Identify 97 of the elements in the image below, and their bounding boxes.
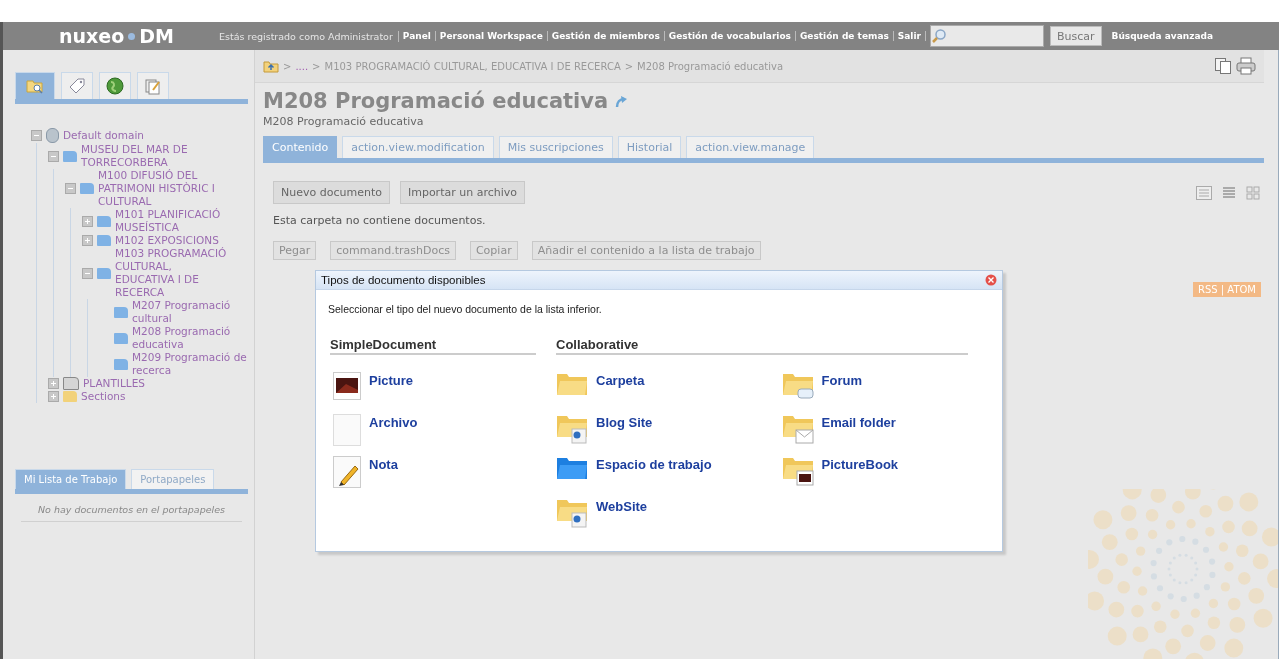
- search-button[interactable]: Buscar: [1050, 26, 1102, 46]
- action-button[interactable]: Importar un archivo: [399, 181, 525, 204]
- document-type-link[interactable]: Forum: [781, 372, 968, 414]
- header-link[interactable]: Panel: [398, 31, 436, 41]
- blank-file-icon: [333, 414, 361, 446]
- breadcrumb-link[interactable]: M208 Programació educativa: [637, 60, 784, 72]
- folder-icon: [63, 150, 77, 162]
- arrow-icon[interactable]: [614, 94, 629, 108]
- tree-item[interactable]: Sections: [81, 390, 199, 403]
- print-icon[interactable]: [1236, 57, 1256, 75]
- folder-icon: [781, 372, 814, 402]
- tag-icon: [68, 78, 86, 94]
- folder-icon: [114, 332, 128, 344]
- folder-icon: [63, 377, 79, 390]
- list-view-icon[interactable]: [1196, 185, 1212, 200]
- close-icon[interactable]: [985, 274, 997, 286]
- header-link[interactable]: Gestión de miembros: [547, 31, 665, 41]
- document-type-link[interactable]: Email folder: [781, 414, 968, 456]
- document-type-link[interactable]: Carpeta: [556, 372, 782, 414]
- tab[interactable]: Historial: [617, 136, 682, 158]
- detail-view-icon[interactable]: [1222, 185, 1236, 200]
- advanced-search-link[interactable]: Búsqueda avanzada: [1111, 31, 1214, 41]
- document-type-link[interactable]: WebSite: [556, 498, 782, 540]
- tree-item[interactable]: M103 PROGRAMACIÓ CULTURAL, EDUCATIVA I DE RECERCA: [115, 247, 233, 299]
- grid-view-icon[interactable]: [1246, 185, 1260, 200]
- folder-icon: [114, 306, 128, 318]
- tree-item[interactable]: M207 Programació cultural: [132, 299, 248, 325]
- collapse-toggle-icon[interactable]: [82, 267, 93, 279]
- expand-toggle-icon[interactable]: [48, 391, 59, 402]
- page-subtitle: M208 Programació educativa: [263, 115, 425, 128]
- document-type-link[interactable]: Archivo: [330, 414, 536, 456]
- dialog-instruction: Seleccionar el tipo del nuevo documento de la lista inferior.: [328, 303, 603, 315]
- tree-item[interactable]: M208 Programació educativa: [132, 325, 248, 351]
- picture-icon: [333, 372, 361, 400]
- user-status-text: Estás registrado como Administrator: [219, 30, 399, 42]
- sidebar-tab[interactable]: [61, 72, 93, 99]
- document-type-link[interactable]: Blog Site: [556, 414, 782, 456]
- clipboard-tab[interactable]: Mi Lista de Trabajo: [15, 469, 127, 489]
- folder-search-icon: [26, 78, 44, 94]
- tree-item[interactable]: M102 EXPOSICIONS: [115, 234, 233, 247]
- home-folder-icon[interactable]: [263, 59, 279, 73]
- folder-icon: [556, 456, 588, 480]
- folder-icon: [556, 498, 588, 528]
- collapse-toggle-icon[interactable]: [65, 183, 76, 194]
- folder-icon: [556, 414, 588, 444]
- breadcrumb-separator: >: [624, 60, 634, 72]
- search-field[interactable]: [930, 25, 1044, 47]
- breadcrumb-link[interactable]: ....: [295, 60, 309, 72]
- folder-icon: [781, 456, 814, 486]
- tab[interactable]: Mis suscripciones: [498, 136, 613, 158]
- search-icon: [931, 28, 947, 44]
- clipboard-tab[interactable]: Portapapeles: [131, 469, 215, 489]
- folder-icon: [97, 235, 111, 246]
- breadcrumb-separator: >: [283, 60, 292, 72]
- copy-icon[interactable]: [1214, 57, 1232, 75]
- collapse-toggle-icon[interactable]: [48, 150, 59, 162]
- document-type-link[interactable]: Espacio de trabajo: [556, 456, 782, 498]
- header-link[interactable]: Gestión de vocabularios: [664, 31, 796, 41]
- tree-item[interactable]: MUSEU DEL MAR DE TORRECORBERA: [81, 143, 199, 169]
- tree-item[interactable]: M100 DIFUSIÓ DEL PATRIMONI HISTÒRIC I CULTURAL: [98, 169, 216, 208]
- folder-icon: [63, 391, 77, 402]
- expand-toggle-icon[interactable]: [48, 378, 59, 389]
- header-link[interactable]: Personal Workspace: [435, 31, 548, 41]
- document-type-link[interactable]: Picture: [330, 372, 536, 414]
- folder-icon: [97, 267, 111, 279]
- tab[interactable]: action.view.manage: [686, 136, 815, 158]
- breadcrumb-separator: >: [312, 60, 321, 72]
- category-heading: SimpleDocument: [330, 337, 536, 355]
- empty-clipboard-message: No hay documentos en el portapapeles: [21, 494, 242, 522]
- page-title: M208 Programació educativa: [263, 89, 609, 113]
- sidebar-tab[interactable]: [99, 72, 131, 99]
- header-link[interactable]: Gestión de temas: [795, 31, 894, 41]
- tree-item[interactable]: M101 PLANIFICACIÓ MUSEÍSTICA: [115, 208, 233, 234]
- collapse-toggle-icon[interactable]: [31, 130, 42, 141]
- logo: nuxeo DM: [59, 25, 175, 47]
- pencil-note-icon: [333, 456, 361, 488]
- header-link[interactable]: Salir: [893, 31, 926, 41]
- folder-icon: [80, 183, 94, 194]
- documents-icon: [144, 77, 162, 95]
- dialog-title: Tipos de documento disponibles: [321, 274, 486, 286]
- globe-icon: [106, 77, 124, 95]
- expand-toggle-icon[interactable]: [82, 235, 93, 246]
- document-type-link[interactable]: Nota: [330, 456, 536, 498]
- tab[interactable]: action.view.modification: [342, 136, 494, 158]
- folder-icon: [114, 358, 128, 370]
- expand-toggle-icon[interactable]: [82, 215, 93, 227]
- tree-item[interactable]: PLANTILLES: [83, 377, 201, 390]
- folder-icon: [781, 414, 814, 444]
- tree-item[interactable]: Default domain: [63, 129, 181, 142]
- action-button[interactable]: Nuevo documento: [273, 181, 390, 204]
- tab[interactable]: Contenido: [263, 136, 338, 158]
- tree-item[interactable]: M209 Programació de recerca: [132, 351, 248, 377]
- folder-icon: [97, 215, 111, 227]
- sidebar-tab[interactable]: [137, 72, 169, 99]
- category-heading: Collaborative: [556, 337, 968, 355]
- document-type-link[interactable]: PictureBook: [781, 456, 968, 498]
- empty-folder-message: Esta carpeta no contiene documentos.: [273, 214, 487, 227]
